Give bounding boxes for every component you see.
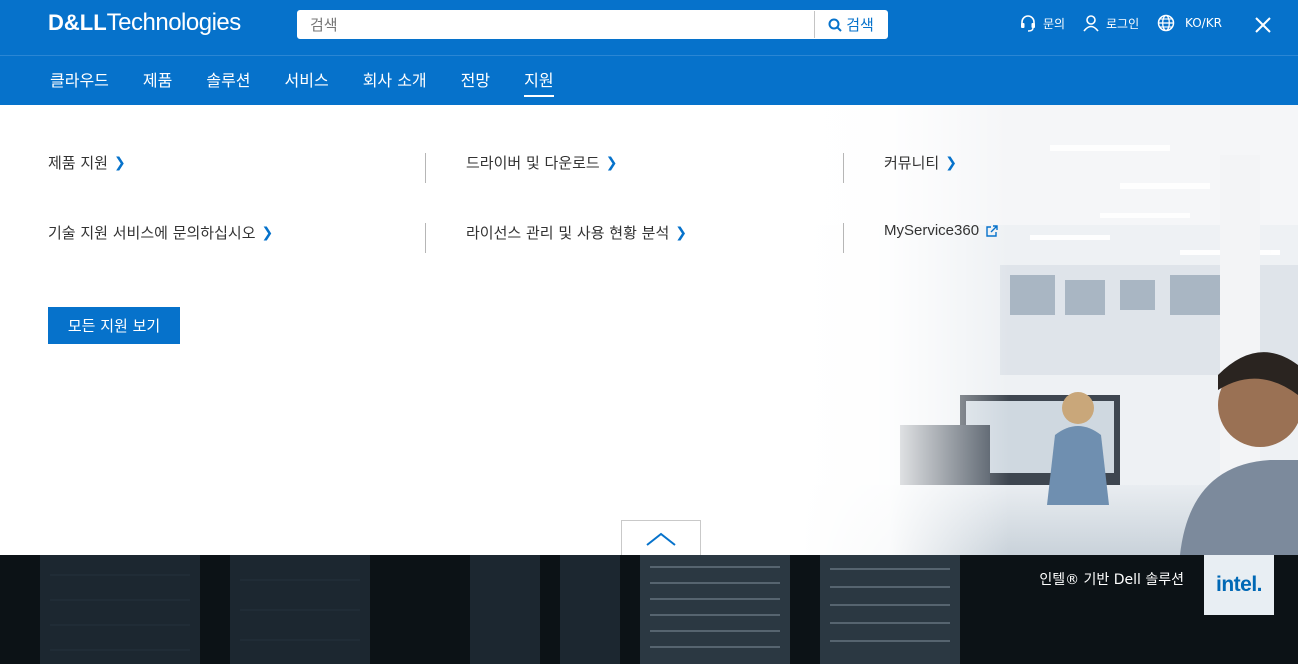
headset-icon bbox=[1021, 15, 1035, 32]
close-icon[interactable] bbox=[1252, 14, 1274, 36]
login-label: 로그인 bbox=[1106, 16, 1140, 31]
nav-item-services[interactable]: 서비스 bbox=[285, 56, 329, 105]
contact-label: 문의 bbox=[1043, 16, 1066, 31]
contact-link[interactable]: 문의 bbox=[1019, 14, 1065, 32]
dell-technologies-logo[interactable]: D&LL Technologies bbox=[48, 9, 241, 41]
link-contact-tech-support[interactable]: 기술 지원 서비스에 문의하십시오 ❯ bbox=[48, 222, 273, 243]
view-all-support-button[interactable]: 모든 지원 보기 bbox=[48, 307, 180, 344]
search-button-label: 검색 bbox=[846, 16, 874, 34]
link-myservice360[interactable]: MyService360 bbox=[884, 222, 999, 239]
link-community[interactable]: 커뮤니티 ❯ bbox=[884, 152, 957, 173]
intel-logo[interactable]: intel. bbox=[1204, 555, 1274, 615]
search-button[interactable]: 검색 bbox=[814, 11, 887, 38]
link-license-management[interactable]: 라이선스 관리 및 사용 현황 분석 ❯ bbox=[466, 222, 687, 243]
search-icon bbox=[828, 18, 842, 32]
column-divider bbox=[425, 223, 426, 253]
support-menu-panel: 제품 지원 ❯ 드라이버 및 다운로드 ❯ 커뮤니티 ❯ 기술 지원 서비스에 문의하… bbox=[0, 105, 1298, 555]
link-product-support-label: 제품 지원 bbox=[48, 154, 108, 172]
collapse-menu-button[interactable] bbox=[621, 520, 701, 555]
main-nav: 클라우드 제품 솔루션 서비스 회사 소개 전망 지원 bbox=[50, 56, 588, 105]
locale-label: KO/KR bbox=[1185, 16, 1222, 30]
link-drivers-downloads-label: 드라이버 및 다운로드 bbox=[466, 154, 600, 172]
external-link-icon bbox=[986, 224, 998, 237]
nav-item-support[interactable]: 지원 bbox=[524, 56, 555, 105]
chevron-up-icon bbox=[646, 532, 676, 546]
logo-dell-text: D&LL bbox=[48, 10, 107, 35]
login-link[interactable]: 로그인 bbox=[1082, 14, 1139, 32]
link-myservice360-label: MyService360 bbox=[884, 222, 980, 239]
nav-item-perspectives[interactable]: 전망 bbox=[461, 56, 490, 105]
office-background-image bbox=[800, 105, 1298, 555]
link-license-management-label: 라이선스 관리 및 사용 현황 분석 bbox=[466, 224, 670, 242]
main-nav-bar: 클라우드 제품 솔루션 서비스 회사 소개 전망 지원 bbox=[0, 55, 1298, 105]
chevron-right-icon: ❯ bbox=[113, 154, 126, 171]
link-product-support[interactable]: 제품 지원 ❯ bbox=[48, 152, 126, 173]
locale-selector[interactable]: KO/KR bbox=[1157, 14, 1222, 32]
nav-item-cloud[interactable]: 클라우드 bbox=[50, 56, 109, 105]
column-divider bbox=[425, 153, 426, 183]
chevron-right-icon: ❯ bbox=[945, 154, 957, 171]
link-community-label: 커뮤니티 bbox=[884, 154, 940, 172]
user-icon bbox=[1083, 15, 1099, 32]
link-drivers-downloads[interactable]: 드라이버 및 다운로드 ❯ bbox=[466, 152, 617, 173]
nav-item-about[interactable]: 회사 소개 bbox=[363, 56, 427, 105]
top-header: D&LL Technologies 검색 문의 로그인 KO/KR bbox=[0, 0, 1298, 55]
search-input[interactable] bbox=[298, 11, 814, 38]
chevron-right-icon: ❯ bbox=[605, 154, 618, 171]
chevron-right-icon: ❯ bbox=[675, 224, 687, 241]
nav-item-products[interactable]: 제품 bbox=[143, 56, 172, 105]
intel-promo-text[interactable]: 인텔® 기반 Dell 솔루션 bbox=[1039, 569, 1184, 589]
column-divider bbox=[843, 223, 844, 253]
nav-item-solutions[interactable]: 솔루션 bbox=[206, 56, 250, 105]
search-bar: 검색 bbox=[297, 10, 888, 39]
logo-technologies-text: Technologies bbox=[106, 9, 242, 36]
link-contact-tech-support-label: 기술 지원 서비스에 문의하십시오 bbox=[48, 224, 256, 242]
promo-banner: 인텔® 기반 Dell 솔루션 intel. bbox=[0, 555, 1298, 664]
chevron-right-icon: ❯ bbox=[261, 224, 274, 241]
globe-icon bbox=[1157, 14, 1175, 32]
column-divider bbox=[843, 153, 844, 183]
